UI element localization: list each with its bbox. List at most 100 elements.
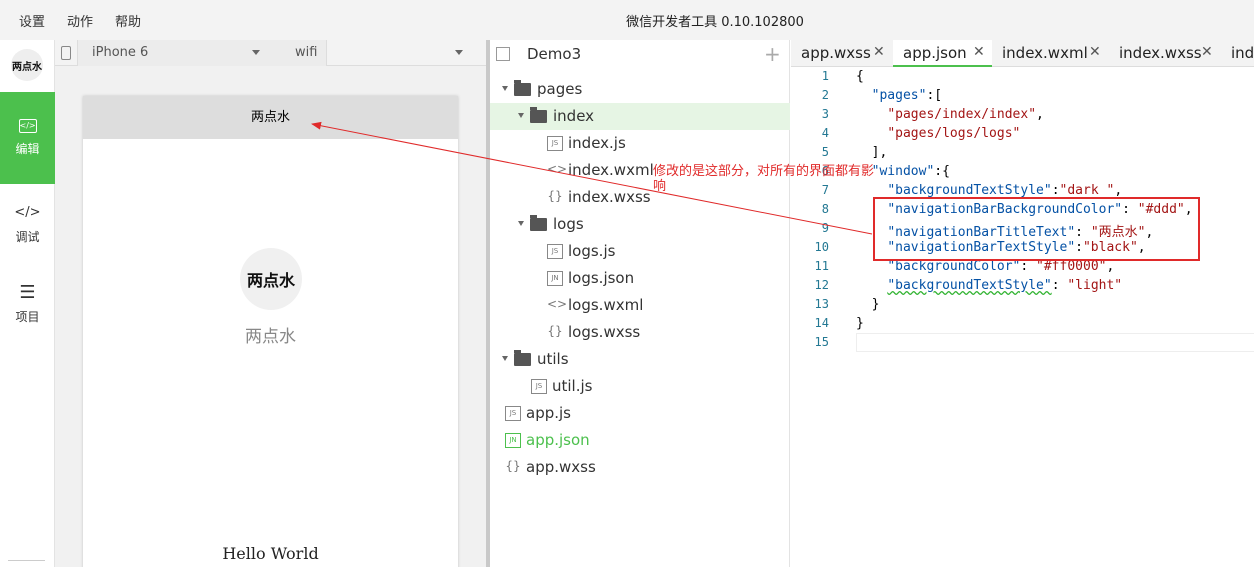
- phone-screen[interactable]: 两点水 两点水 两点水 Hello World: [83, 96, 458, 567]
- code-line[interactable]: "backgroundTextStyle":"dark ",: [856, 183, 1122, 198]
- tab-app-wxss[interactable]: app.wxss ✕: [791, 40, 893, 67]
- code-line[interactable]: {: [856, 69, 864, 84]
- tab-label: ind: [1231, 44, 1254, 62]
- line-number: 14: [814, 316, 829, 330]
- line-number: 11: [814, 259, 829, 273]
- simulator: 两点水 两点水 两点水 Hello World: [55, 66, 486, 567]
- device-value: iPhone 6: [92, 45, 149, 60]
- tree-label: index.js: [568, 134, 626, 152]
- code-line[interactable]: "pages/index/index",: [856, 107, 1044, 122]
- current-line: [856, 333, 1254, 352]
- divider: [8, 560, 45, 561]
- tree-item-logs[interactable]: logs: [490, 211, 790, 238]
- tree-item-util-js[interactable]: JS util.js: [490, 373, 790, 400]
- chevron-down-icon: [518, 113, 524, 118]
- sidebar-item-project[interactable]: ☰ 项目: [0, 264, 55, 356]
- json-file-icon: JN: [547, 271, 563, 286]
- annotation-text: 修改的是这部分，对所有的界面都有影响: [653, 164, 875, 194]
- tree-item-app-wxss[interactable]: {} app.wxss: [490, 454, 790, 481]
- line-number: 13: [814, 297, 829, 311]
- tree-item-pages[interactable]: pages: [490, 76, 790, 103]
- tree-label: app.wxss: [526, 458, 596, 476]
- code-icon: </>: [0, 116, 55, 134]
- tab-label: index.wxml: [1002, 44, 1088, 62]
- code-line[interactable]: "pages/logs/logs": [856, 126, 1020, 141]
- tab-label: index.wxss: [1119, 44, 1202, 62]
- tree-label: index.wxss: [568, 188, 651, 206]
- line-number: 1: [821, 69, 829, 83]
- file-tree: Demo3 + pages index JS index.js <> index…: [490, 40, 790, 567]
- tab-label: app.json: [903, 44, 967, 62]
- sidebar-item-label: 项目: [15, 310, 40, 324]
- user-avatar[interactable]: 两点水: [240, 248, 302, 310]
- tree-item-app-json[interactable]: JN app.json: [490, 427, 790, 454]
- sidebar-item-debug[interactable]: </> 调试: [0, 184, 55, 276]
- close-icon[interactable]: ✕: [1089, 44, 1101, 60]
- code-editor[interactable]: 1 2 3 4 5 6 7 8 9 10 11 12 13 14 15 { "pages":[ "pages…: [791, 67, 1254, 567]
- folder-icon: [530, 107, 547, 123]
- line-number: 3: [821, 107, 829, 121]
- js-file-icon: JS: [547, 136, 563, 151]
- device-select[interactable]: iPhone 6: [77, 40, 327, 66]
- code-line[interactable]: "pages":[: [856, 88, 942, 103]
- close-icon[interactable]: ✕: [1201, 44, 1213, 60]
- chevron-down-icon: [502, 356, 508, 361]
- user-nickname: 两点水: [245, 327, 296, 347]
- highlight-box: [873, 197, 1200, 261]
- tab-index-overflow[interactable]: ind: [1221, 40, 1254, 67]
- debug-icon: </>: [14, 205, 41, 220]
- avatar[interactable]: 两点水: [11, 49, 43, 81]
- tree-item-index[interactable]: index: [490, 103, 790, 130]
- js-file-icon: JS: [547, 244, 563, 259]
- network-value: wifi: [295, 45, 318, 60]
- simulator-toolbar: iPhone 6 wifi: [55, 40, 486, 66]
- code-line[interactable]: ],: [856, 145, 888, 160]
- tree-item-logs-json[interactable]: JN logs.json: [490, 265, 790, 292]
- folder-icon: [514, 80, 531, 96]
- tab-index-wxss[interactable]: index.wxss ✕: [1109, 40, 1221, 67]
- network-select[interactable]: wifi: [295, 40, 475, 66]
- window-title: 微信开发者工具 0.10.102800: [626, 15, 804, 30]
- folder-icon: [530, 215, 547, 231]
- tree-item-index-js[interactable]: JS index.js: [490, 130, 790, 157]
- code-line[interactable]: "backgroundColor": "#ff0000",: [856, 259, 1114, 274]
- tab-index-wxml[interactable]: index.wxml ✕: [992, 40, 1109, 67]
- tree-item-utils[interactable]: utils: [490, 346, 790, 373]
- sidebar-item-edit[interactable]: </> 编辑: [0, 92, 55, 184]
- tree-item-logs-wxss[interactable]: {} logs.wxss: [490, 319, 790, 346]
- tab-app-json[interactable]: app.json ✕: [893, 40, 992, 67]
- close-icon[interactable]: ✕: [973, 44, 985, 60]
- chevron-down-icon: [518, 221, 524, 226]
- tree-label: app.json: [526, 431, 590, 449]
- code-line[interactable]: }: [856, 297, 880, 312]
- line-number: 4: [821, 126, 829, 140]
- json-file-icon: JN: [505, 433, 521, 448]
- project-header: Demo3 +: [490, 40, 790, 68]
- tree-label: logs.js: [568, 242, 616, 260]
- line-number: 2: [821, 88, 829, 102]
- tree-item-app-js[interactable]: JS app.js: [490, 400, 790, 427]
- code-line[interactable]: }: [856, 316, 864, 331]
- tree-label: index.wxml: [568, 161, 654, 179]
- markup-file-icon: <>: [547, 297, 568, 311]
- tree-label: pages: [537, 80, 583, 98]
- code-line[interactable]: "backgroundTextStyle": "light": [856, 278, 1122, 293]
- tree-label: app.js: [526, 404, 571, 422]
- tree-label: logs.wxss: [568, 323, 641, 341]
- close-icon[interactable]: ✕: [873, 44, 885, 60]
- line-number: 12: [814, 278, 829, 292]
- style-file-icon: {}: [505, 459, 521, 473]
- folder-icon: [514, 350, 531, 366]
- sidebar-item-label: 编辑: [15, 142, 40, 156]
- tree-item-logs-js[interactable]: JS logs.js: [490, 238, 790, 265]
- navigation-bar: 两点水: [83, 96, 458, 139]
- add-icon[interactable]: +: [764, 42, 781, 66]
- line-number: 15: [814, 335, 829, 349]
- js-file-icon: JS: [505, 406, 521, 421]
- tree-icon[interactable]: [496, 47, 510, 61]
- tree-item-logs-wxml[interactable]: <> logs.wxml: [490, 292, 790, 319]
- chevron-down-icon: [252, 50, 260, 55]
- menu-icon: ☰: [19, 282, 36, 303]
- style-file-icon: {}: [547, 189, 563, 203]
- phone-icon[interactable]: [61, 46, 71, 60]
